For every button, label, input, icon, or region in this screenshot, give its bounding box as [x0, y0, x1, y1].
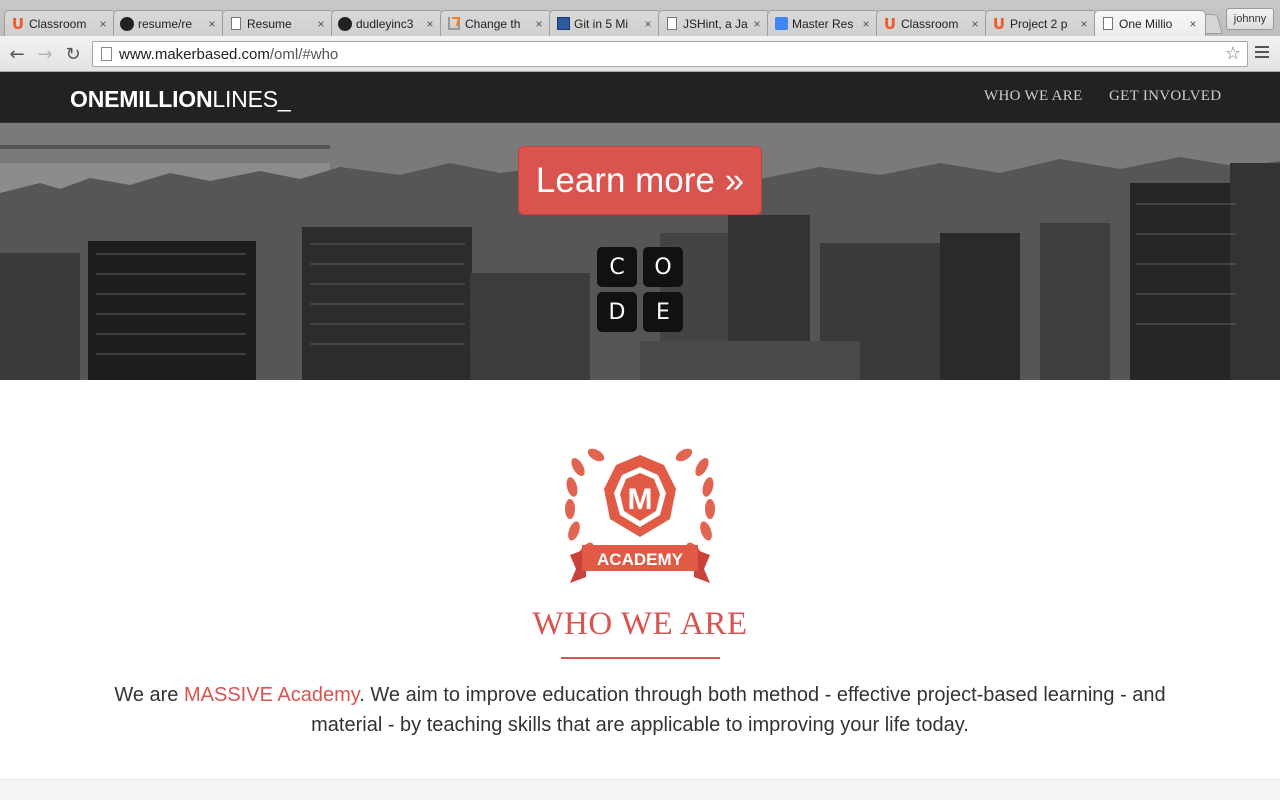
code-tile-o: O [643, 247, 683, 287]
github-icon [338, 16, 352, 31]
tab-title: Resume [247, 16, 292, 31]
massive-academy-logo: M ACADEMY [565, 448, 715, 583]
brand-bold: ONEMILLION [70, 86, 213, 112]
tab-close-icon[interactable]: × [860, 17, 872, 31]
tab-close-icon[interactable]: × [424, 17, 436, 31]
google-docs-icon [774, 17, 788, 31]
back-button[interactable]: ← [6, 43, 28, 65]
brand-light: LINES_ [212, 86, 291, 112]
url-host: www.makerbased.com [119, 46, 270, 63]
browser-tab[interactable]: Git in 5 Mi × [549, 10, 661, 36]
browser-tab[interactable]: U Project 2 p × [985, 10, 1097, 36]
description-body: . We aim to improve education through bo… [311, 684, 1166, 736]
description-intro: We are [114, 684, 184, 706]
code-tile-c: C [597, 247, 637, 287]
udacity-icon: U [883, 14, 897, 33]
browser-tab[interactable]: U Classroom × [4, 10, 116, 36]
heading-divider [561, 657, 720, 659]
bookmark-star-icon[interactable]: ☆ [1225, 43, 1241, 64]
tab-title: Master Res [792, 16, 854, 31]
hero-section: Learn more » C O D E [0, 123, 1280, 380]
tab-title: Git in 5 Mi [574, 16, 629, 31]
massive-academy-highlight: MASSIVE Academy [184, 684, 360, 706]
tab-title: resume/re [138, 16, 193, 31]
site-navbar: ONEMILLIONLINES_ WHO WE ARE GET INVOLVED [0, 72, 1280, 123]
menu-icon[interactable] [1255, 46, 1269, 60]
tab-close-icon[interactable]: × [751, 17, 763, 31]
tab-title: Project 2 p [1010, 16, 1068, 31]
page-icon [101, 47, 112, 61]
git-icon [556, 17, 570, 31]
tab-title: Classroom [29, 16, 87, 31]
browser-tab[interactable]: Master Res × [767, 10, 879, 36]
logo-banner-text: ACADEMY [597, 550, 684, 569]
tab-close-icon[interactable]: × [1078, 17, 1090, 31]
tab-title: JSHint, a Ja [683, 16, 748, 31]
tab-close-icon[interactable]: × [533, 17, 545, 31]
tab-title: Change th [465, 16, 521, 31]
udacity-icon: U [992, 14, 1006, 33]
next-section-band [0, 779, 1280, 800]
browser-tab[interactable]: Resume × [222, 10, 334, 36]
udacity-icon: U [11, 14, 25, 33]
nav-link-who-we-are[interactable]: WHO WE ARE [984, 88, 1083, 105]
browser-tab[interactable]: U Classroom × [876, 10, 988, 36]
browser-tab[interactable]: resume/re × [113, 10, 225, 36]
who-we-are-heading: WHO WE ARE [532, 606, 748, 642]
code-tile-d: D [597, 292, 637, 332]
learn-more-button[interactable]: Learn more » [518, 146, 762, 215]
reload-button[interactable]: ↻ [62, 43, 84, 65]
brand-logo[interactable]: ONEMILLIONLINES_ [70, 86, 291, 113]
who-we-are-description: We are MASSIVE Academy. We aim to improv… [90, 680, 1190, 740]
tab-close-icon[interactable]: × [1187, 17, 1199, 31]
forward-button[interactable]: → [34, 43, 56, 65]
tab-title: One Millio [1119, 16, 1173, 31]
document-icon [229, 17, 243, 31]
tab-close-icon[interactable]: × [97, 17, 109, 31]
profile-button[interactable]: johnny [1226, 8, 1274, 30]
tab-title: Classroom [901, 16, 959, 31]
browser-tab-strip: U Classroom × resume/re × Resume × dudleyinc3 × C… [0, 0, 1280, 36]
stackoverflow-icon [447, 17, 461, 31]
document-icon [1101, 17, 1115, 31]
tab-close-icon[interactable]: × [206, 17, 218, 31]
url-path: /oml/#who [269, 46, 339, 63]
github-icon [120, 16, 134, 31]
browser-tab[interactable]: dudleyinc3 × [331, 10, 443, 36]
browser-tab[interactable]: One Millio × [1094, 10, 1206, 36]
code-tile-e: E [643, 292, 683, 332]
document-icon [665, 17, 679, 31]
logo-letter: M [628, 483, 653, 516]
nav-link-get-involved[interactable]: GET INVOLVED [1109, 88, 1221, 105]
browser-toolbar: ← → ↻ www.makerbased.com/oml/#who ☆ [0, 36, 1280, 72]
tab-close-icon[interactable]: × [969, 17, 981, 31]
tab-close-icon[interactable]: × [315, 17, 327, 31]
tab-close-icon[interactable]: × [642, 17, 654, 31]
address-bar[interactable]: www.makerbased.com/oml/#who ☆ [92, 41, 1248, 67]
tab-title: dudleyinc3 [356, 16, 414, 31]
browser-tab[interactable]: Change th × [440, 10, 552, 36]
url-text[interactable]: www.makerbased.com/oml/#who [119, 46, 338, 63]
browser-tab[interactable]: JSHint, a Ja × [658, 10, 770, 36]
